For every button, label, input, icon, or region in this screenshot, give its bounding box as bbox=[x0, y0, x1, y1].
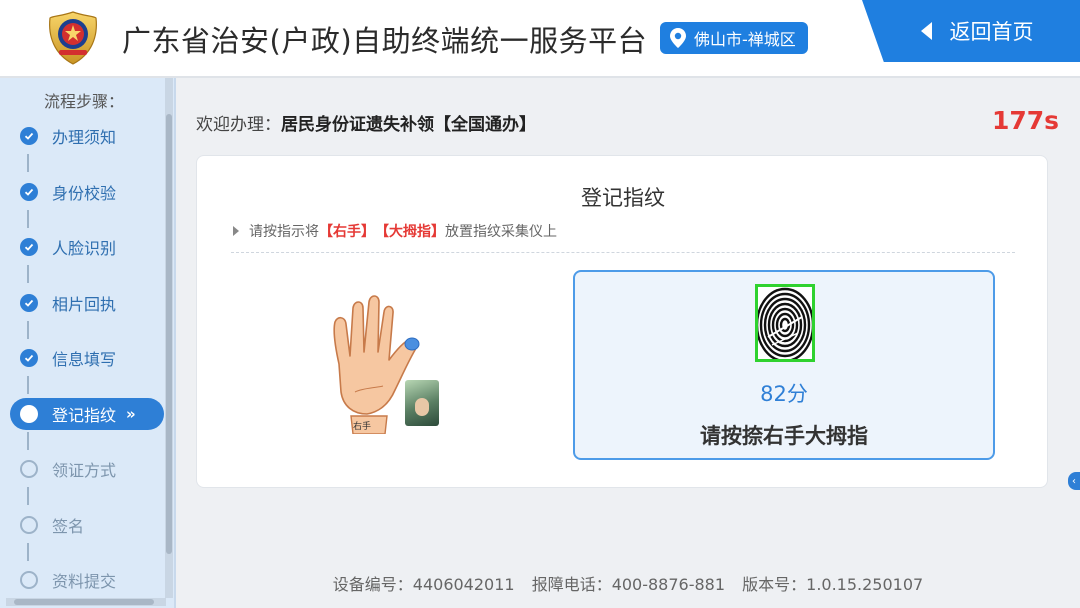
app-title: 广东省治安(户政)自助终端统一服务平台 bbox=[122, 24, 648, 58]
step-label: 领证方式 bbox=[52, 461, 117, 480]
fingerprint-capture-panel: 82分 请按捺右手大拇指 bbox=[573, 270, 995, 460]
welcome-prefix: 欢迎办理： bbox=[196, 115, 281, 135]
caret-right-icon bbox=[233, 226, 239, 236]
back-arrow-icon bbox=[920, 22, 932, 40]
step-label: 资料提交 bbox=[52, 572, 117, 591]
step-item[interactable]: 资料提交 bbox=[12, 564, 162, 596]
sidebar-hscrollbar-thumb[interactable] bbox=[14, 599, 154, 605]
check-circle-icon bbox=[20, 238, 38, 256]
step-label: 相片回执 bbox=[52, 294, 117, 314]
check-circle-icon bbox=[20, 293, 38, 312]
step-connector bbox=[27, 542, 29, 561]
location-label: 佛山市-禅城区 bbox=[694, 30, 796, 49]
instruction-hand: 【右手】 bbox=[319, 224, 375, 240]
back-home-button[interactable]: 返回首页 bbox=[862, 0, 1080, 62]
welcome-line: 欢迎办理：居民身份证遗失补领【全国通办】 bbox=[196, 110, 536, 135]
step-item[interactable]: 身份校验 bbox=[12, 176, 162, 208]
header-bar: 广东省治安(户政)自助终端统一服务平台 佛山市-禅城区 返回首页 bbox=[0, 0, 1080, 78]
service-name: 居民身份证遗失补领【全国通办】 bbox=[281, 115, 536, 135]
check-circle-icon bbox=[20, 127, 38, 145]
fingerprint-icon bbox=[758, 287, 812, 359]
step-label: 签名 bbox=[52, 516, 85, 536]
footer-bar: 设备编号：4406042011 报障电话：400-8876-881 版本号：1.… bbox=[176, 571, 1080, 595]
step-circle-icon bbox=[20, 460, 38, 478]
location-pin-icon bbox=[670, 28, 686, 48]
step-connector bbox=[27, 487, 29, 505]
step-connector bbox=[27, 154, 29, 172]
step-circle-icon bbox=[20, 571, 38, 589]
step-connector bbox=[27, 209, 29, 228]
step-label: 人脸识别 bbox=[52, 239, 117, 258]
countdown-timer: 177s bbox=[992, 106, 1060, 135]
hand-caption: 右手 bbox=[353, 422, 372, 432]
instruction-line: 请按指示将 【右手】 【大拇指】 放置指纹采集仪上 bbox=[233, 221, 557, 241]
thumb-on-scanner-photo bbox=[405, 380, 439, 426]
step-connector bbox=[27, 376, 29, 394]
police-emblem-icon bbox=[49, 11, 97, 65]
card-title: 登记指纹 bbox=[581, 186, 665, 210]
step-item[interactable]: 信息填写 bbox=[12, 342, 162, 374]
side-expand-tab[interactable]: ‹ bbox=[1068, 472, 1080, 490]
step-item[interactable]: 相片回执 bbox=[12, 287, 162, 319]
sidebar-scrollbar-thumb[interactable] bbox=[166, 114, 172, 554]
check-circle-icon bbox=[20, 349, 38, 367]
instruction-part1: 请按指示将 bbox=[249, 224, 319, 240]
instruction-finger: 【大拇指】 bbox=[375, 224, 445, 240]
process-steps-sidebar: 流程步骤： 办理须知身份校验人脸识别相片回执信息填写登记指纹 » 领证方式签名资料提… bbox=[0, 78, 176, 608]
hotline: 报障电话：400-8876-881 bbox=[531, 575, 726, 594]
step-label: 办理须知 bbox=[52, 128, 117, 147]
quality-score: 82分 bbox=[760, 382, 808, 406]
back-home-label: 返回首页 bbox=[949, 20, 1034, 44]
press-prompt: 请按捺右手大拇指 bbox=[700, 424, 868, 448]
step-item[interactable]: 人脸识别 bbox=[12, 231, 162, 263]
dashed-divider bbox=[231, 252, 1015, 253]
chevron-left-icon: ‹ bbox=[1072, 475, 1076, 487]
step-label: 信息填写 bbox=[52, 350, 117, 369]
step-label: 登记指纹 bbox=[52, 405, 117, 425]
check-circle-icon bbox=[20, 182, 38, 201]
instruction-part2: 放置指纹采集仪上 bbox=[445, 224, 557, 240]
device-number: 设备编号：4406042011 bbox=[332, 575, 515, 594]
step-connector bbox=[27, 320, 29, 339]
step-item[interactable]: 签名 bbox=[12, 509, 162, 541]
double-chevron-right-icon: » bbox=[126, 404, 136, 423]
thumb-tip bbox=[415, 398, 429, 416]
step-label: 身份校验 bbox=[52, 183, 117, 203]
fingerprint-image bbox=[755, 284, 815, 362]
step-connector bbox=[27, 431, 29, 450]
step-circle-icon bbox=[20, 515, 38, 534]
step-item[interactable]: 领证方式 bbox=[12, 453, 162, 485]
steps-heading: 流程步骤： bbox=[44, 92, 125, 111]
location-badge[interactable]: 佛山市-禅城区 bbox=[660, 22, 808, 54]
fingerprint-card: 登记指纹 请按指示将 【右手】 【大拇指】 放置指纹采集仪上 右手 82分 请按… bbox=[196, 155, 1048, 488]
step-item[interactable]: 登记指纹 » bbox=[10, 397, 164, 430]
version: 版本号：1.0.15.250107 bbox=[742, 575, 924, 594]
step-circle-icon bbox=[20, 404, 38, 423]
step-connector bbox=[27, 265, 29, 283]
step-item[interactable]: 办理须知 bbox=[12, 120, 162, 152]
